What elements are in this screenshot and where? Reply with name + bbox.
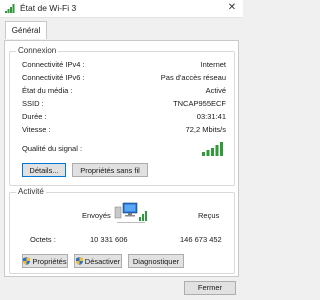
diagnose-button[interactable]: Diagnostiquer [128, 254, 184, 268]
ssid-row: SSID : TNCAP955ECF [22, 99, 226, 110]
speed-row: Vitesse : 72,2 Mbits/s [22, 125, 226, 136]
connection-group-label: Connexion [16, 46, 59, 55]
ipv4-label: Connectivité IPv4 : [22, 60, 85, 69]
uac-shield-icon [75, 257, 83, 265]
disable-button-label: Désactiver [84, 257, 121, 266]
ipv6-row: Connectivité IPv6 : Pas d'accès réseau [22, 73, 226, 84]
disable-button[interactable]: Désactiver [74, 254, 122, 268]
speed-label: Vitesse : [22, 125, 51, 134]
title-bar: État de Wi-Fi 3 ✕ [0, 0, 243, 18]
network-computers-icon [114, 202, 147, 223]
received-label: Reçus [198, 211, 220, 220]
signal-quality-label: Qualité du signal : [22, 144, 83, 153]
ssid-label: SSID : [22, 99, 44, 108]
signal-quality-row: Qualité du signal : [22, 144, 226, 155]
ipv6-label: Connectivité IPv6 : [22, 73, 85, 82]
ipv4-value: Internet [200, 60, 226, 69]
properties-button-label: Propriétés [32, 257, 67, 266]
sent-label: Envoyés [82, 211, 111, 220]
wireless-properties-button[interactable]: Propriétés sans fil [72, 163, 148, 177]
ssid-value: TNCAP955ECF [173, 99, 226, 108]
close-button[interactable]: Fermer [184, 281, 236, 295]
speed-value: 72,2 Mbits/s [185, 125, 226, 134]
wifi-window-icon [5, 4, 15, 13]
bytes-label: Octets : [30, 235, 56, 244]
signal-bars-icon [202, 142, 223, 156]
ipv4-row: Connectivité IPv4 : Internet [22, 60, 226, 71]
uac-shield-icon [23, 257, 31, 265]
duration-label: Durée : [22, 112, 47, 121]
properties-button[interactable]: Propriétés [22, 254, 68, 268]
general-tab-panel: Connexion Connectivité IPv4 : Internet C… [4, 40, 239, 277]
media-state-row: État du média : Activé [22, 86, 226, 97]
sent-bytes-value: 10 331 606 [90, 235, 128, 244]
media-state-label: État du média : [22, 86, 73, 95]
window-title: État de Wi-Fi 3 [20, 3, 77, 13]
connection-group: Connexion Connectivité IPv4 : Internet C… [9, 46, 235, 186]
tab-general[interactable]: Général [5, 21, 47, 39]
received-bytes-value: 146 673 452 [180, 235, 222, 244]
tab-strip: Général [0, 17, 243, 41]
activity-group-label: Activité [16, 187, 46, 196]
details-button[interactable]: Détails... [22, 163, 66, 177]
duration-value: 03:31:41 [196, 112, 226, 121]
close-window-button[interactable]: ✕ [226, 2, 238, 14]
ipv6-value: Pas d'accès réseau [160, 73, 226, 82]
duration-row: Durée : 03:31:41 [22, 112, 226, 123]
media-state-value: Activé [205, 86, 226, 95]
